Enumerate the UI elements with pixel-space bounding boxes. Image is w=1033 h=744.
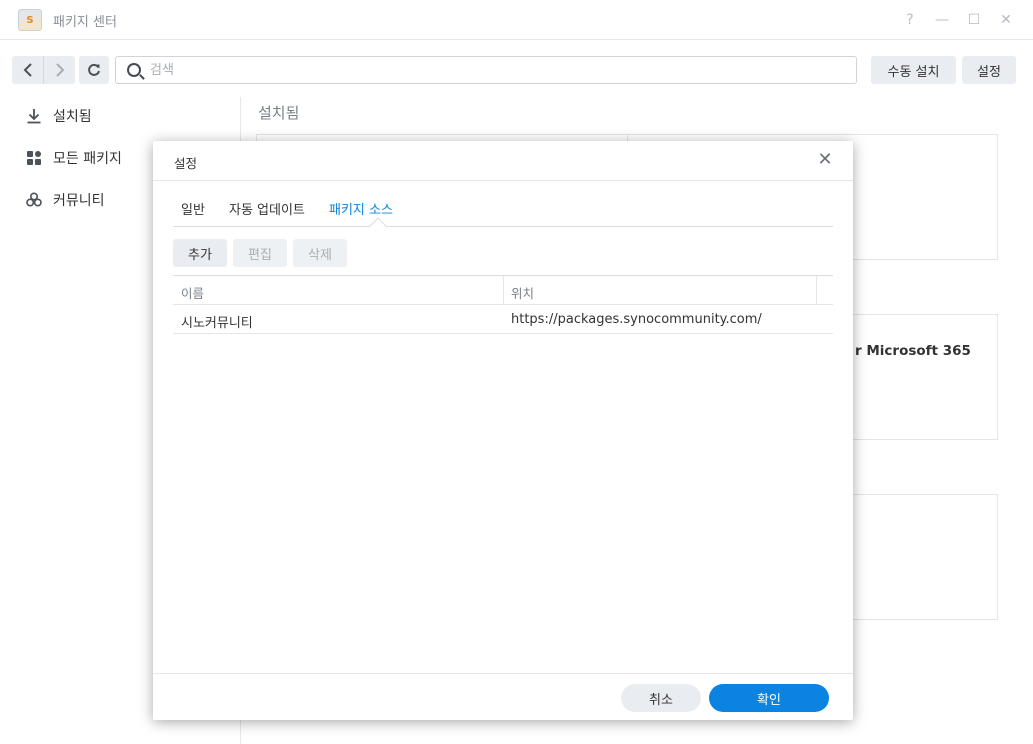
refresh-button[interactable] (79, 56, 109, 84)
package-source-table: 이름 위치 시노커뮤니티 https://packages.synocommun… (173, 275, 833, 334)
close-icon[interactable]: ✕ (815, 149, 835, 171)
forward-button[interactable] (44, 56, 75, 84)
search-input[interactable] (150, 62, 830, 78)
search-icon (127, 63, 141, 77)
delete-button[interactable]: 삭제 (293, 239, 347, 267)
tab-general[interactable]: 일반 (181, 199, 205, 218)
download-icon (24, 106, 44, 126)
sidebar-item-label: 모든 패키지 (53, 151, 122, 167)
sidebar-item-all-packages[interactable]: 모든 패키지 (24, 146, 122, 170)
close-window-icon[interactable]: ✕ (996, 10, 1016, 30)
dialog-footer: 취소 확인 (153, 673, 853, 720)
column-divider (503, 276, 504, 305)
settings-button[interactable]: 설정 (962, 56, 1016, 84)
dialog-title: 설정 (174, 156, 198, 171)
settings-dialog: 설정 ✕ 일반 자동 업데이트 패키지 소스 추가 편집 삭제 이름 위치 시노… (153, 141, 853, 720)
package-center-icon: S (18, 9, 42, 31)
history-nav (12, 56, 75, 84)
tab-auto-update[interactable]: 자동 업데이트 (229, 199, 305, 218)
dialog-header: 설정 ✕ (153, 141, 853, 181)
table-row[interactable]: 시노커뮤니티 https://packages.synocommunity.co… (173, 305, 833, 334)
tab-package-sources[interactable]: 패키지 소스 (329, 199, 393, 218)
community-icon (24, 190, 44, 210)
table-header: 이름 위치 (173, 275, 833, 305)
maximize-icon[interactable]: ☐ (964, 10, 984, 30)
back-button[interactable] (12, 56, 43, 84)
grid-icon (24, 148, 44, 168)
sidebar-item-label: 커뮤니티 (53, 193, 105, 209)
minimize-icon[interactable]: — (932, 10, 952, 30)
column-header-location[interactable]: 위치 (511, 283, 534, 302)
row-location: https://packages.synocommunity.com/ (511, 312, 762, 327)
column-divider (816, 276, 817, 305)
page-title: 설치됨 (258, 104, 300, 122)
title-bar: S 패키지 센터 ? — ☐ ✕ (0, 0, 1033, 40)
add-button[interactable]: 추가 (173, 239, 227, 267)
sidebar-item-installed[interactable]: 설치됨 (24, 104, 92, 128)
refresh-icon (79, 56, 109, 84)
search-box[interactable] (115, 56, 857, 84)
ok-button[interactable]: 확인 (709, 684, 829, 712)
chevron-left-icon (23, 63, 32, 77)
sidebar-item-community[interactable]: 커뮤니티 (24, 188, 105, 212)
row-name: 시노커뮤니티 (181, 316, 253, 331)
manual-install-button[interactable]: 수동 설치 (871, 56, 956, 84)
active-tab-indicator (369, 217, 387, 235)
edit-button[interactable]: 편집 (233, 239, 287, 267)
dialog-tabs: 일반 자동 업데이트 패키지 소스 (173, 181, 833, 235)
chevron-right-icon (55, 63, 64, 77)
sidebar-item-label: 설치됨 (53, 109, 92, 125)
cancel-button[interactable]: 취소 (621, 684, 701, 712)
help-icon[interactable]: ? (900, 10, 920, 30)
window-title: 패키지 센터 (53, 15, 117, 30)
package-card-title: r Microsoft 365 (855, 343, 971, 359)
column-header-name[interactable]: 이름 (181, 283, 204, 302)
